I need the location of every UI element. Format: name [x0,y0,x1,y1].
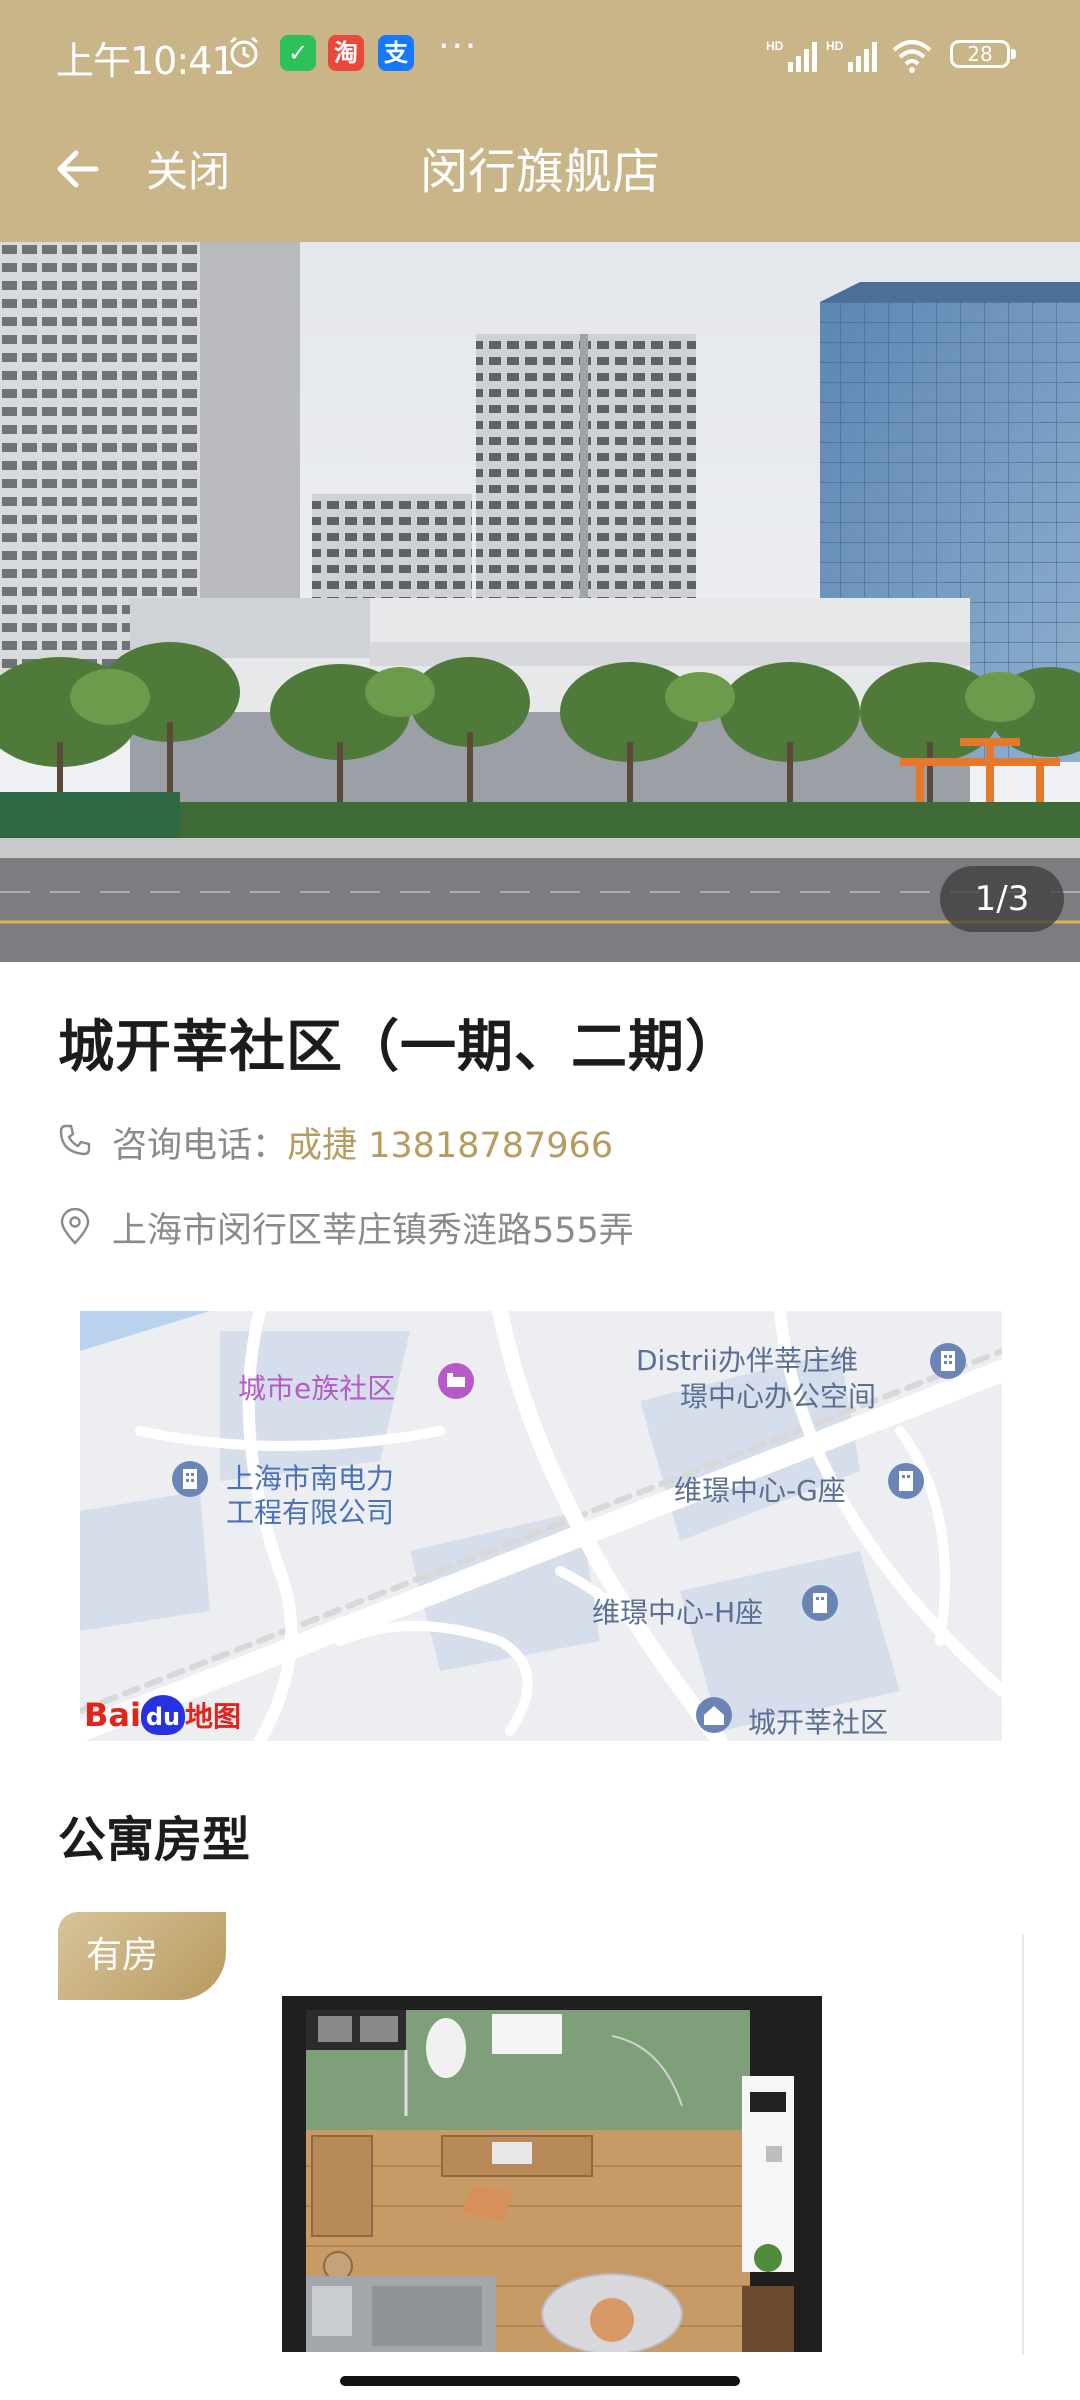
map-label-residence: 城开莘社区 [748,1706,889,1739]
nav-bar: 关闭 闵行旗舰店 [0,110,1080,242]
app-header: 上午10:41 ✓ 淘 支 ··· HD HD 28 关闭 闵行旗舰店 [0,0,1080,242]
apartments-section-title: 公寓房型 [58,1812,251,1868]
page-title: 闵行旗舰店 [419,144,660,200]
signal-icon: HD [766,39,817,72]
baidu-map-logo: Bai du 地图 [84,1695,241,1735]
home-indicator[interactable] [340,2376,740,2386]
photo-carousel[interactable]: 1/3 [0,242,1080,962]
office-marker-icon[interactable] [928,1341,968,1381]
phone-row[interactable]: 咨询电话：成捷 13818787966 [58,1117,958,1167]
apartment-card[interactable]: 有房 [58,1912,1024,2352]
card-divider [1022,1935,1024,2355]
building-photo [0,242,1080,962]
phone-contact[interactable]: 成捷 13818787966 [287,1126,613,1166]
company-marker-icon[interactable] [170,1459,210,1499]
community-marker-icon[interactable] [436,1361,476,1401]
map-label-distrii-2: 璟中心办公空间 [680,1380,877,1413]
community-name: 城开莘社区（一期、二期） [58,1015,742,1080]
address-text: 上海市闵行区莘庄镇秀涟路555弄 [112,1211,634,1251]
taobao-icon: 淘 [328,35,364,71]
map-label-g-tower: 维璟中心-G座 [674,1474,846,1507]
map-label-chengshi: 城市e族社区 [238,1372,396,1405]
phone-icon [59,1124,91,1156]
signal-icon-2: HD [826,39,877,72]
more-notifications-icon: ··· [438,26,479,67]
h-tower-marker-icon[interactable] [800,1583,840,1623]
map-label-company-2: 工程有限公司 [226,1496,395,1529]
alipay-icon: 支 [378,35,414,71]
svg-text:HD: HD [826,39,844,53]
location-pin-icon [60,1208,90,1245]
alarm-icon [230,36,258,68]
image-counter: 1/3 [940,866,1064,932]
map-label-distrii-1: Distrii办伴莘庄维 [636,1344,858,1377]
battery-indicator: 28 [950,40,1016,68]
availability-badge: 有房 [58,1912,226,2000]
status-time: 上午10:41 [56,39,236,83]
svg-text:HD: HD [766,39,784,53]
address-row: 上海市闵行区莘庄镇秀涟路555弄 [58,1202,958,1252]
wifi-icon [892,40,932,73]
residence-marker-icon[interactable] [694,1695,734,1735]
phone-label: 咨询电话： [112,1126,288,1166]
floor-plan-image [282,1996,822,2352]
wechat-icon: ✓ [280,35,316,71]
map-label-h-tower: 维璟中心-H座 [592,1596,764,1629]
g-tower-marker-icon[interactable] [886,1461,926,1501]
location-map[interactable]: 城市e族社区 Distrii办伴莘庄维 璟中心办公空间 上海市南电力 工程有限公… [80,1311,1002,1741]
status-bar: 上午10:41 ✓ 淘 支 ··· HD HD 28 [0,0,1080,110]
